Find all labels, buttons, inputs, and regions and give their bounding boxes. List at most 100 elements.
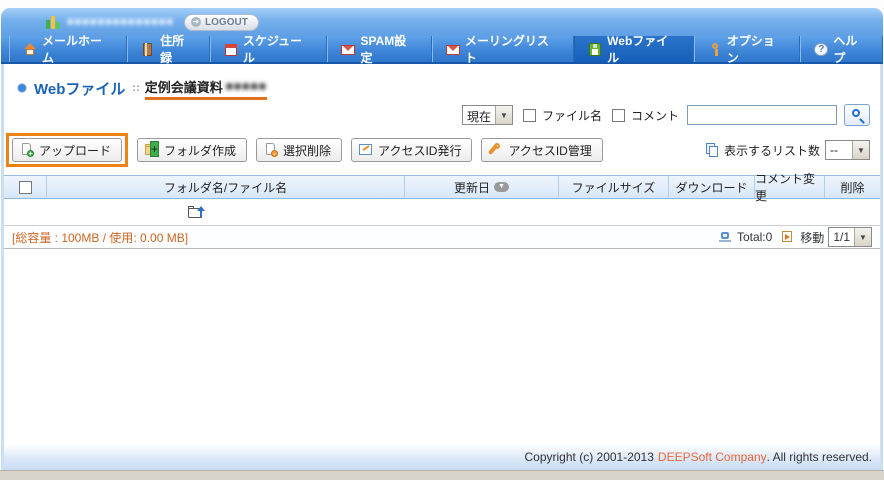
help-icon: ? [814, 43, 828, 56]
tab-spam-settings[interactable]: SPAM設定 [327, 36, 431, 62]
page-select[interactable]: 1/1 ▼ [828, 227, 872, 247]
toolbar: + アップロード + フォルダ作成 - 選択削除 アクセスID発行 アクセスID… [4, 133, 880, 167]
create-folder-button[interactable]: + フォルダ作成 [137, 138, 247, 162]
new-folder-icon: + [145, 143, 159, 157]
folder-name-redacted: ■■■■■ [226, 79, 267, 93]
file-table-header: フォルダ名/ファイル名 更新日 ▼ ファイルサイズ ダウンロード コメント変更 … [4, 175, 880, 199]
comment-checkbox[interactable] [612, 109, 625, 122]
delete-selected-button[interactable]: - 選択削除 [256, 138, 342, 162]
page-select-value: 1/1 [829, 228, 854, 246]
web-file-disk-icon [588, 43, 602, 56]
content-area: Webファイル :: 定例会議資料 ■■■■■ 現在 ▼ ファイル名 コメント [1, 64, 883, 444]
search-icon [852, 109, 860, 117]
company-name[interactable]: DEEPSoft Company [658, 450, 767, 464]
search-button[interactable] [844, 104, 870, 126]
button-label: 選択削除 [283, 142, 331, 159]
current-folder-breadcrumb: 定例会議資料 ■■■■■ [145, 77, 267, 100]
access-id-manage-icon [489, 143, 503, 157]
folder-name: 定例会議資料 [145, 77, 223, 96]
access-id-issue-icon [359, 143, 373, 157]
search-input[interactable] [687, 105, 837, 125]
copyright-text: Copyright (c) 2001-2013 [525, 450, 654, 464]
list-count-value: -- [826, 141, 852, 159]
tab-mailing-list[interactable]: メーリングリスト [432, 36, 574, 62]
button-label: アクセスID管理 [508, 142, 591, 159]
comment-checkbox-label: コメント [631, 107, 679, 124]
logout-arrow-icon: ➔ [191, 17, 201, 27]
address-book-icon [141, 43, 155, 56]
delete-file-icon: - [264, 143, 278, 157]
tab-web-file[interactable]: Webファイル [574, 36, 694, 62]
main-navigation: メールホーム 住所録 スケジュール SPAM設定 メーリングリスト Webファイ… [1, 36, 883, 64]
title-separator: :: [132, 82, 139, 94]
column-delete[interactable]: 削除 [824, 176, 880, 198]
tab-label: SPAM設定 [360, 32, 417, 66]
upload-button[interactable]: + アップロード [12, 138, 122, 162]
chevron-down-icon: ▼ [852, 141, 869, 159]
list-count-select[interactable]: -- ▼ [825, 140, 870, 160]
tab-options[interactable]: オプション [694, 36, 801, 62]
parent-folder-icon[interactable] [188, 205, 206, 219]
total-count: Total:0 [737, 230, 772, 244]
select-all-checkbox[interactable] [19, 181, 32, 194]
title-bullet-icon [18, 84, 26, 92]
webmail-file-manager-screen: ■■■■■■■■■■■■■■ ➔ LOGOUT メールホーム 住所録 スケジュー… [0, 0, 884, 480]
filename-checkbox-label: ファイル名 [542, 107, 602, 124]
home-icon [23, 43, 37, 56]
list-count-control: 表示するリスト数 -- ▼ [706, 140, 870, 160]
account-email-redacted: ■■■■■■■■■■■■■■ [67, 16, 174, 28]
manage-access-id-button[interactable]: アクセスID管理 [481, 138, 602, 162]
sort-desc-icon[interactable]: ▼ [494, 182, 509, 192]
page-title: Webファイル [34, 78, 125, 99]
upload-file-icon: + [20, 143, 34, 157]
move-label: 移動 [800, 229, 824, 246]
issue-access-id-button[interactable]: アクセスID発行 [351, 138, 472, 162]
logout-button[interactable]: ➔ LOGOUT [184, 14, 259, 31]
tab-schedule[interactable]: スケジュール [210, 36, 328, 62]
tab-label: スケジュール [243, 32, 314, 66]
tab-help[interactable]: ? ヘルプ [800, 36, 883, 62]
status-right: Total:0 移動 1/1 ▼ [719, 227, 872, 247]
status-bar: [総容量 : 100MB / 使用: 0.00 MB] Total:0 移動 1… [4, 226, 880, 249]
tab-address-book[interactable]: 住所録 [127, 36, 210, 62]
column-date[interactable]: 更新日 ▼ [404, 176, 558, 198]
move-page-icon [782, 231, 794, 243]
total-icon [719, 232, 731, 243]
column-size[interactable]: ファイルサイズ [558, 176, 668, 198]
list-count-label: 表示するリスト数 [724, 142, 820, 159]
top-strip [0, 0, 884, 8]
spam-mail-icon [341, 43, 355, 56]
tab-mail-home[interactable]: メールホーム [9, 36, 127, 62]
filename-checkbox[interactable] [523, 109, 536, 122]
tab-label: オプション [727, 32, 787, 66]
empty-area [4, 249, 880, 444]
tab-label: 住所録 [160, 32, 196, 66]
button-label: アップロード [39, 142, 111, 159]
tab-label: メーリングリスト [465, 32, 560, 66]
column-comment[interactable]: コメント変更 [754, 176, 824, 198]
button-label: アクセスID発行 [378, 142, 461, 159]
tab-label: Webファイル [607, 32, 680, 66]
calendar-icon [224, 43, 238, 56]
footer: Copyright (c) 2001-2013 DEEPSoft Company… [1, 444, 883, 470]
mailing-list-icon [446, 43, 460, 56]
app-logo-icon [46, 15, 61, 30]
capacity-usage-text: [総容量 : 100MB / 使用: 0.00 MB] [12, 229, 188, 246]
chevron-down-icon: ▼ [854, 228, 871, 246]
chevron-down-icon: ▼ [495, 106, 512, 124]
column-name[interactable]: フォルダ名/ファイル名 [46, 176, 404, 198]
select-all-cell [4, 176, 46, 198]
button-label: フォルダ作成 [164, 142, 236, 159]
logout-label: LOGOUT [205, 17, 248, 28]
key-icon [708, 43, 722, 56]
search-row: 現在 ▼ ファイル名 コメント [4, 103, 870, 127]
tab-label: メールホーム [42, 32, 113, 66]
search-scope-select[interactable]: 現在 ▼ [462, 105, 513, 125]
column-date-label: 更新日 [454, 179, 490, 196]
window-bottom-strip [0, 470, 884, 480]
search-scope-value: 現在 [463, 106, 495, 124]
upload-button-highlight: + アップロード [6, 133, 128, 167]
tab-label: ヘルプ [833, 32, 869, 66]
column-download[interactable]: ダウンロード [668, 176, 754, 198]
table-row [4, 199, 880, 226]
